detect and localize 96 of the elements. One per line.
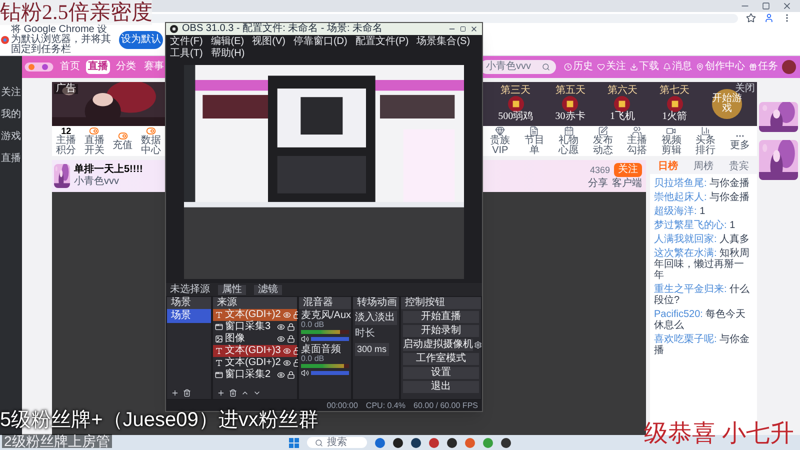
- chat-message: 喜欢吃栗子呢: 与你金播: [654, 334, 751, 356]
- source-name: 文本(GDI+)3: [225, 346, 281, 356]
- tool-button[interactable]: 数据中心: [138, 136, 164, 156]
- menu-item[interactable]: 帮助(H): [210, 49, 245, 59]
- chat-tab[interactable]: 周榜: [691, 162, 716, 172]
- source-name: 文本(GDI+)2: [225, 310, 281, 320]
- caption-overlay: 级恭喜 小七升: [644, 422, 794, 446]
- fps-readout: 60.00 / 60.00 FPS: [414, 402, 478, 410]
- tool-button[interactable]: 礼物心愿: [554, 136, 583, 156]
- tool-button[interactable]: 更多: [730, 141, 750, 151]
- duration-field[interactable]: 300 ms: [355, 343, 389, 356]
- prize-reward: 30赤卡: [555, 112, 586, 122]
- sidebar-item[interactable]: 游戏: [1, 132, 21, 142]
- tool-button[interactable]: 充值: [112, 141, 133, 151]
- tool-button[interactable]: 视频剪辑: [657, 136, 686, 156]
- menu-item[interactable]: 配置文件(P): [355, 37, 409, 47]
- streamer-name: 小青色vvv: [74, 177, 120, 187]
- menu-item[interactable]: 停靠窗口(D): [293, 37, 348, 47]
- ad-badge: 广告: [54, 84, 78, 94]
- source-name: 窗口采集3: [225, 322, 272, 332]
- control-button[interactable]: 启动虚拟摄像机: [403, 339, 473, 351]
- source-name: 文本(GDI+)2: [225, 358, 281, 368]
- chat-message: 超级海洋: 1: [654, 206, 706, 217]
- prize-reward: 1火箭: [662, 112, 688, 122]
- stream-title: 单排一天上5!!!!: [74, 165, 143, 175]
- chat-message: 梦过繁星飞的心: 1: [654, 220, 736, 231]
- dock-title: 混音器: [303, 298, 333, 308]
- control-button[interactable]: 设置: [403, 367, 479, 379]
- caption-overlay: 2级粉丝牌上房管: [2, 434, 112, 448]
- source-row[interactable]: 窗口采集3: [213, 321, 297, 333]
- chat-message: 这次繁在水满: 知秋周年回味，懒过再掰一年: [654, 248, 751, 281]
- control-button[interactable]: 开始直播: [403, 311, 479, 323]
- source-name: 图像: [225, 334, 246, 344]
- prize-day: 第七天: [660, 86, 690, 96]
- cpu-usage: CPU: 0.4%: [366, 402, 406, 410]
- window-title: OBS 31.0.3 - 配置文件: 未命名 - 场景: 未命名: [182, 24, 383, 34]
- control-button[interactable]: 开始录制: [403, 325, 479, 337]
- dock-title: 场景: [171, 298, 191, 308]
- set-default-button[interactable]: 设为默认: [119, 30, 163, 48]
- chat-message: 人满我就回家: 人真多: [654, 234, 751, 245]
- control-button[interactable]: 工作室模式: [403, 353, 479, 365]
- chat-message: 重生之平金归来: 什么段位?: [654, 284, 751, 306]
- menu-item[interactable]: 场景集合(S): [416, 37, 470, 47]
- chat-message: Pacific520: 每色今天休息么: [654, 309, 747, 331]
- duration-label: 时长: [355, 329, 376, 339]
- nav-tab[interactable]: 直播: [86, 60, 110, 74]
- caption-overlay: 钻粉2.5倍亲密度: [0, 0, 152, 25]
- tool-button[interactable]: 发布动态: [588, 136, 617, 156]
- scene-item[interactable]: 场景: [167, 309, 211, 323]
- client-link[interactable]: 客户端: [612, 179, 642, 189]
- tool-button[interactable]: 贵族VIP: [486, 136, 514, 156]
- dock-title: 控制按钮: [405, 298, 445, 308]
- chat-message: 贝拉塔鱼尾: 与你金播: [654, 178, 751, 189]
- menu-item[interactable]: 编辑(E): [210, 37, 244, 47]
- menu-item[interactable]: 视图(V): [252, 37, 286, 47]
- source-row[interactable]: 文本(GDI+)3: [213, 345, 297, 357]
- tool-button[interactable]: 主播积分: [53, 136, 80, 156]
- follower-count: 4369: [590, 166, 610, 174]
- source-row[interactable]: 文本(GDI+)2: [213, 357, 297, 369]
- source-status: 未选择源: [170, 284, 210, 294]
- prize-day: 第三天: [500, 86, 531, 96]
- channel-reading: 0.0 dB: [301, 355, 324, 363]
- source-row[interactable]: 窗口采集2: [213, 369, 297, 381]
- control-button[interactable]: 退出: [403, 381, 479, 393]
- tool-button[interactable]: 节目单: [520, 136, 548, 156]
- properties-button[interactable]: 属性: [218, 284, 246, 294]
- channel-name: 桌面音频: [301, 345, 341, 355]
- infobar-text: 将 Google Chrome 设为默认浏览器，并将其固定到任务栏: [11, 24, 112, 54]
- prize-reward: 500弱鸡: [498, 112, 534, 122]
- tool-button[interactable]: 直播开关: [81, 136, 108, 156]
- points-value: 12: [61, 126, 72, 136]
- stream-time: 00:00:00: [326, 402, 358, 410]
- source-row[interactable]: 文本(GDI+)2: [213, 309, 297, 321]
- channel-name: 麦克风/Aux: [301, 311, 352, 321]
- dock-title: 转场动画: [357, 298, 397, 308]
- taskbar-search[interactable]: 搜索: [307, 437, 367, 448]
- share-link[interactable]: 分享: [588, 179, 608, 189]
- search-field[interactable]: 小青色vvv: [480, 60, 556, 74]
- chat-tab[interactable]: 贵宾: [727, 162, 752, 172]
- sidebar-item[interactable]: 直播: [1, 154, 21, 164]
- tool-button[interactable]: 主播勾搭: [623, 136, 652, 156]
- chat-message: 崇他起床人: 与你金播: [654, 192, 751, 203]
- filters-button[interactable]: 滤镜: [254, 284, 282, 294]
- source-name: 窗口采集2: [225, 370, 272, 380]
- prize-day: 第五天: [555, 86, 586, 96]
- sidebar-item[interactable]: 我的: [1, 110, 21, 120]
- menu-item[interactable]: 工具(T): [170, 49, 203, 59]
- transition-select[interactable]: 淡入淡出: [355, 311, 397, 325]
- prize-day: 第六天: [607, 86, 638, 96]
- source-row[interactable]: 图像: [213, 333, 297, 345]
- menu-item[interactable]: 文件(F): [170, 37, 203, 47]
- sidebar-item[interactable]: 关注: [1, 88, 21, 98]
- channel-reading: 0.0 dB: [301, 321, 324, 329]
- tool-button[interactable]: 头条排行: [692, 136, 720, 156]
- prize-reward: 1飞机: [610, 112, 635, 122]
- dock-title: 来源: [217, 298, 237, 308]
